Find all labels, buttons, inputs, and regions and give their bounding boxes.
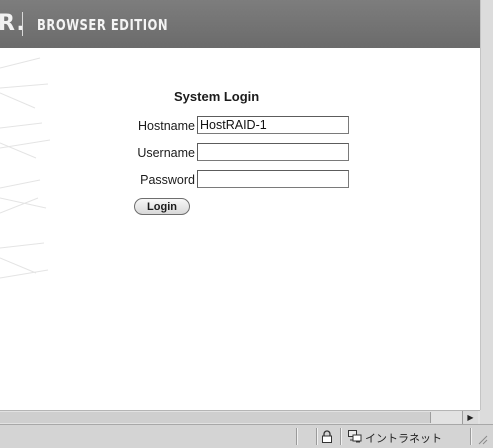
password-field[interactable] [197, 170, 349, 188]
status-divider [296, 428, 297, 445]
scrollbar-corner [480, 410, 493, 424]
status-divider [470, 428, 471, 445]
login-button[interactable]: Login [134, 198, 190, 215]
hostname-field[interactable] [197, 116, 349, 134]
intranet-zone-icon [348, 430, 362, 443]
app-header-banner: R. BROWSER EDITION [0, 0, 480, 48]
brand-divider [22, 12, 23, 36]
username-field[interactable] [197, 143, 349, 161]
zone-label: イントラネット [365, 432, 442, 445]
password-label: Password [140, 173, 195, 187]
password-row: Password [60, 170, 349, 192]
hostname-label: Hostname [138, 119, 195, 133]
status-bar: イントラネット [0, 424, 493, 448]
username-row: Username [60, 143, 349, 165]
scroll-right-arrow-icon[interactable]: ▶ [462, 411, 478, 424]
hostname-row: Hostname [60, 116, 349, 138]
content-area: System Login Hostname Username Password … [0, 48, 480, 410]
resize-grip-icon[interactable] [476, 433, 488, 445]
edition-title: BROWSER EDITION [37, 16, 169, 34]
form-title: System Login [174, 89, 260, 104]
username-label: Username [137, 146, 195, 160]
horizontal-scrollbar[interactable]: ▶ [0, 410, 480, 424]
horizontal-scroll-thumb[interactable] [0, 412, 431, 423]
status-divider [316, 428, 317, 445]
background-watermark [0, 57, 51, 279]
vertical-scrollbar[interactable] [480, 0, 493, 410]
status-divider [340, 428, 341, 445]
lock-icon [322, 430, 332, 443]
